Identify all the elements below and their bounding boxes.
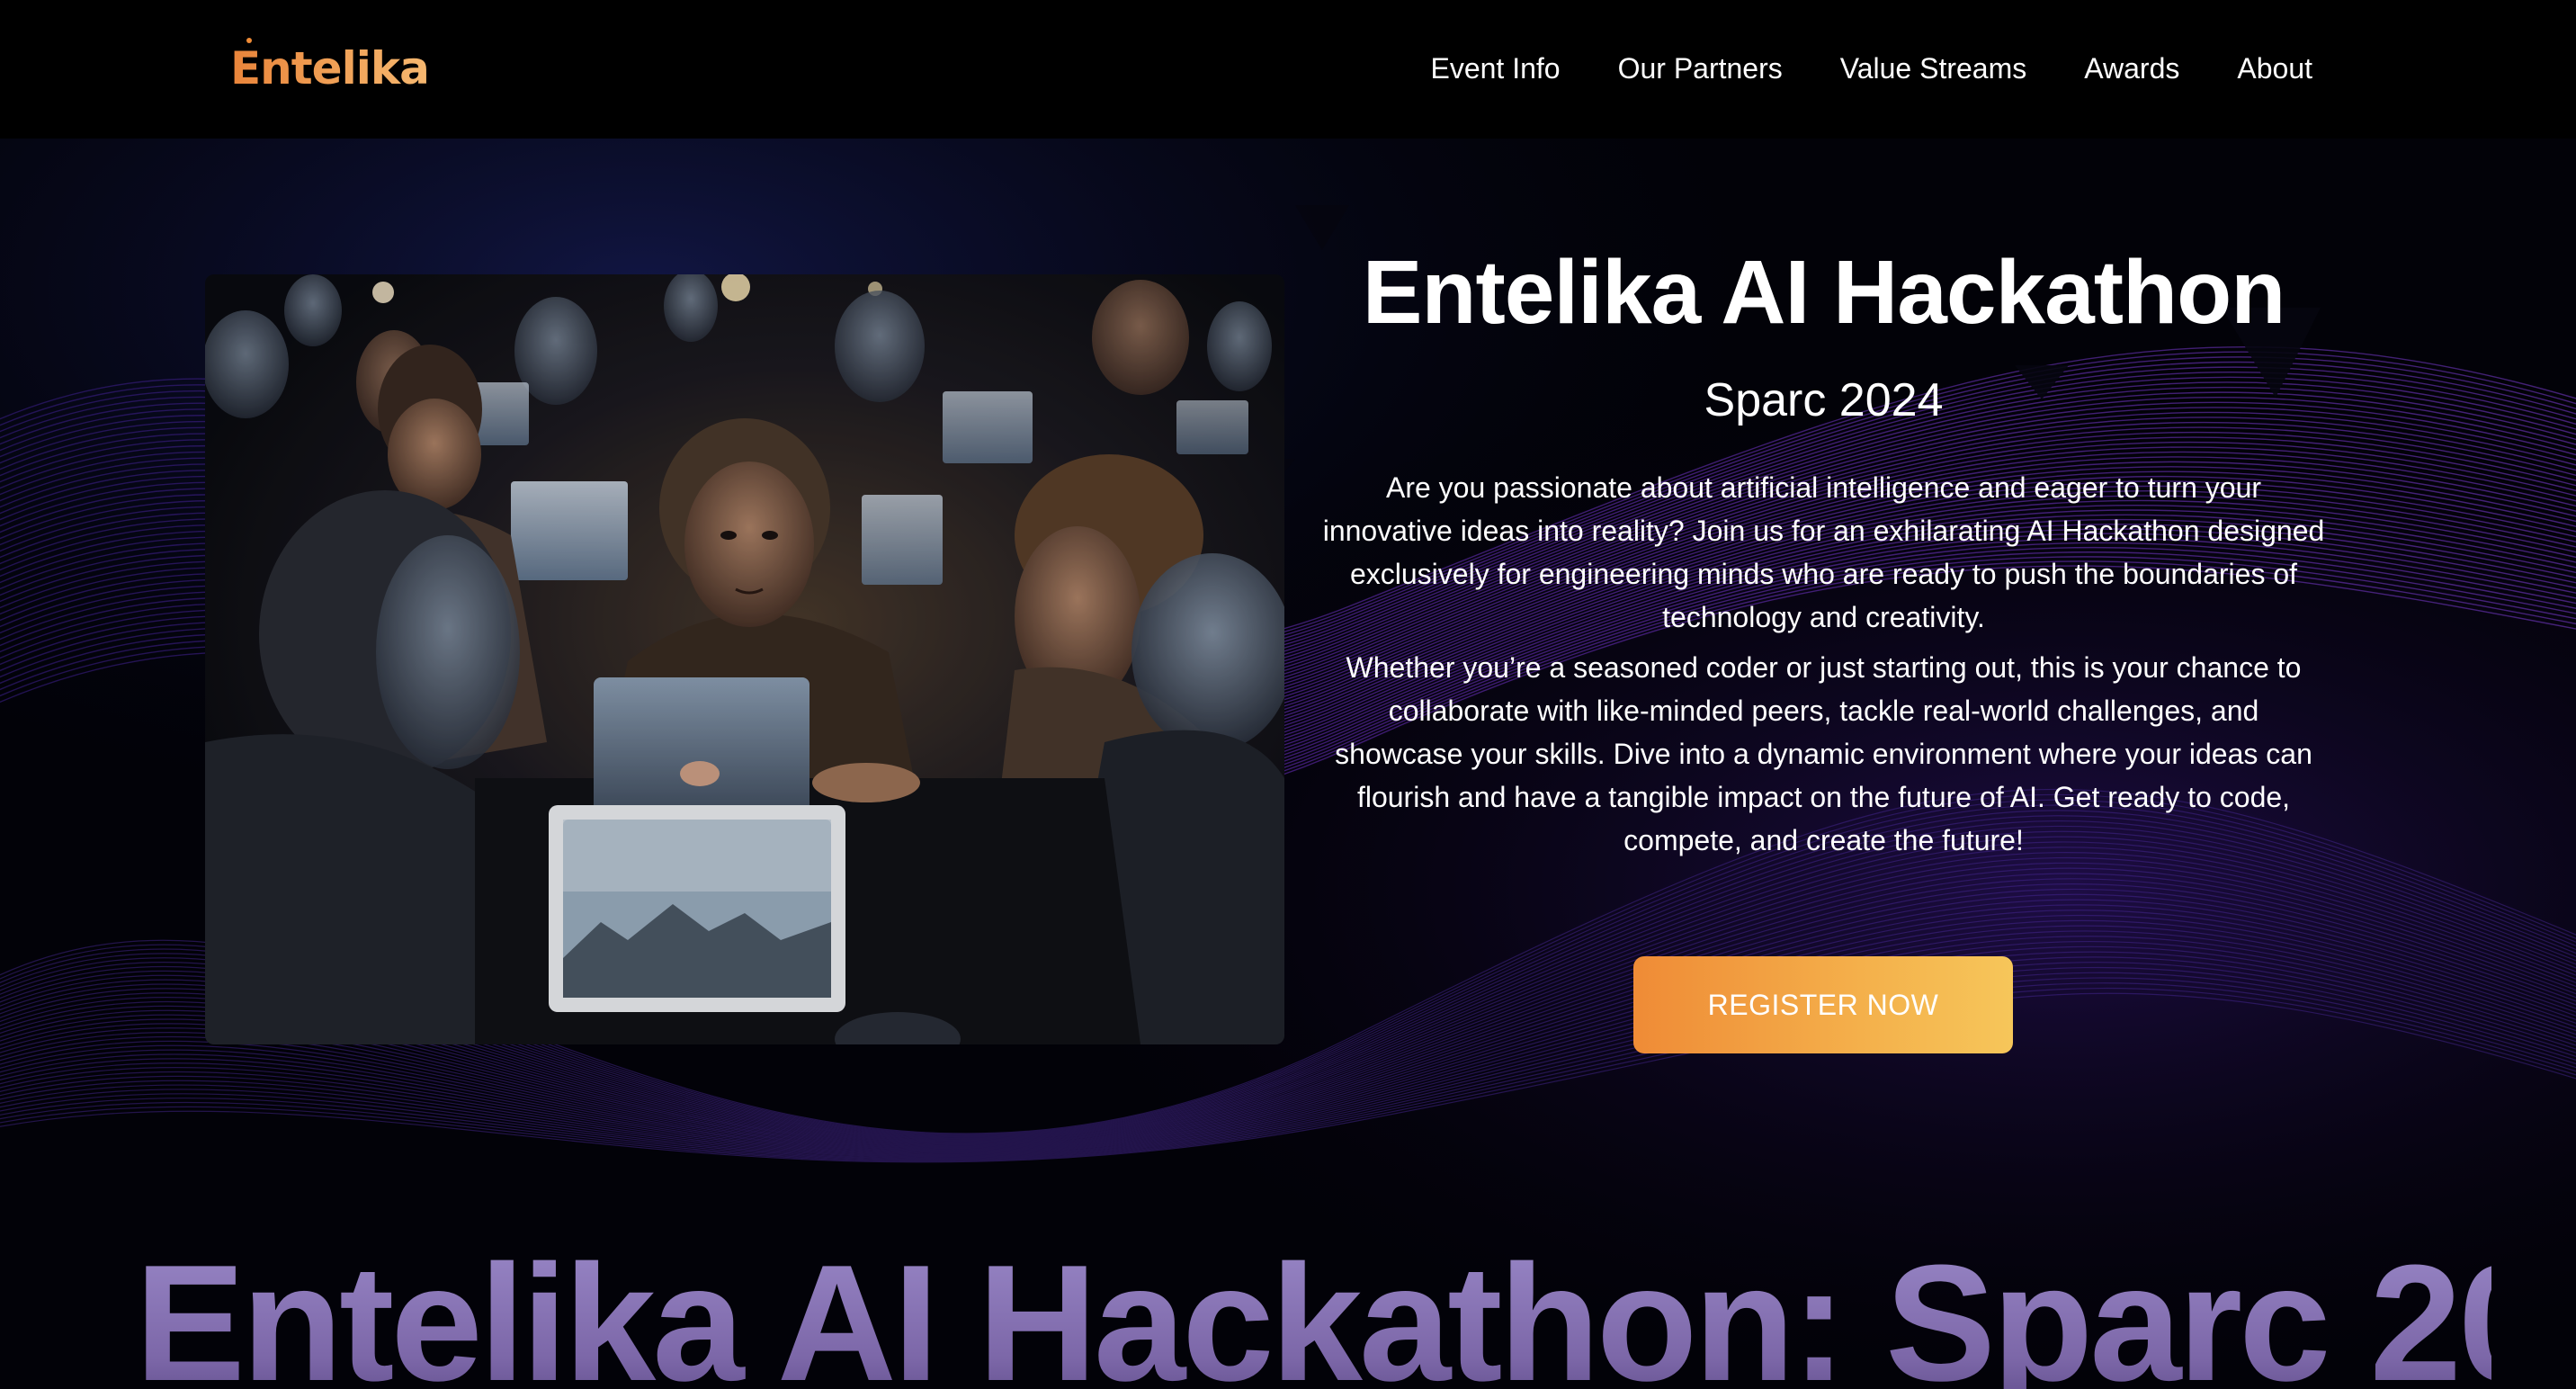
hero-paragraph-intro: Are you passionate about artificial inte… (1322, 471, 2325, 633)
main-nav: Event Info Our Partners Value Streams Aw… (1430, 40, 2312, 97)
hero-subtitle: Sparc 2024 (1704, 374, 1944, 426)
hero-title: Entelika AI Hackathon (1362, 242, 2286, 343)
footer-big-title: Entelika AI Hackathon: Sparc 2024 (135, 1232, 2576, 1389)
nav-item-our-partners[interactable]: Our Partners (1618, 52, 1783, 85)
brand-logo[interactable]: Entelika (230, 32, 430, 104)
nav-item-event-info[interactable]: Event Info (1430, 52, 1560, 85)
hero-copy: Entelika AI Hackathon Sparc 2024 Are you… (1322, 234, 2325, 869)
hero-photo (205, 274, 1284, 1044)
hero-paragraph-details: Whether you’re a seasoned coder or just … (1335, 651, 2312, 856)
photo-of-people-coding-icon (205, 274, 1284, 1044)
nav-item-value-streams[interactable]: Value Streams (1840, 52, 2027, 85)
nav-item-about[interactable]: About (2237, 52, 2312, 85)
nav-item-awards[interactable]: Awards (2084, 52, 2179, 85)
top-navigation-bar: Entelika Event Info Our Partners Value S… (0, 0, 2576, 139)
register-now-button[interactable]: REGISTER NOW (1633, 956, 2013, 1053)
logo-spark-icon (246, 38, 252, 43)
hero-description: Are you passionate about artificial inte… (1322, 466, 2325, 862)
page: Entelika Event Info Our Partners Value S… (0, 0, 2576, 1389)
brand-logo-text: Entelika (230, 42, 430, 94)
